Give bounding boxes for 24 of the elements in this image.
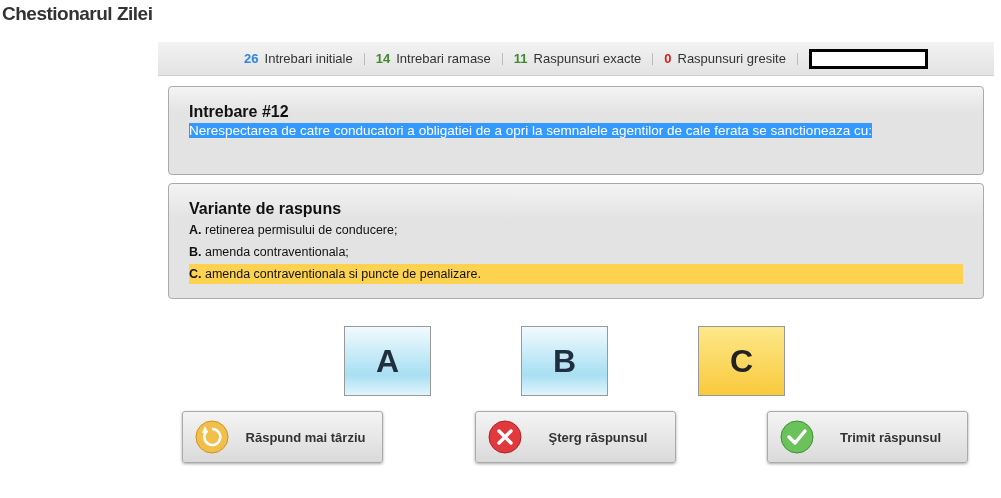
question-text: Nerespectarea de catre conducatori a obligatiei de a opri la semnalele agentilor de cale ferata se sanctioneaza cu: bbox=[189, 123, 872, 138]
answer-letter-button[interactable]: A bbox=[344, 326, 431, 396]
answer-option[interactable]: A. retinerea permisului de conducere; bbox=[189, 220, 963, 240]
action-button[interactable]: Răspund mai târziu bbox=[182, 411, 383, 463]
answer-option[interactable]: C. amenda contraventionala si puncte de penalizare. bbox=[189, 264, 963, 284]
stat-count: 14 bbox=[375, 51, 391, 66]
stat-label: Intrebari ramase bbox=[396, 51, 491, 66]
answer-letter-button[interactable]: C bbox=[698, 326, 785, 396]
close-icon bbox=[487, 420, 522, 454]
answer-option[interactable]: B. amenda contraventionala; bbox=[189, 242, 963, 262]
question-title: Intrebare #12 bbox=[189, 103, 290, 121]
action-button[interactable]: Trimit răspunsul bbox=[767, 411, 968, 463]
stat-count: 0 bbox=[664, 51, 672, 66]
stat-label: Raspunsuri gresite bbox=[677, 51, 786, 66]
stat-label: Intrebari initiale bbox=[264, 51, 353, 66]
answer-letter-button[interactable]: B bbox=[521, 326, 608, 396]
stat-label: Raspunsuri exacte bbox=[533, 51, 642, 66]
answers-title: Variante de raspuns bbox=[189, 200, 343, 218]
stat-count: 11 bbox=[513, 51, 528, 66]
checkmark-icon bbox=[780, 420, 814, 454]
page-title: Chestionarul Zilei bbox=[2, 3, 153, 25]
action-button[interactable]: Şterg răspunsul bbox=[474, 411, 676, 463]
refresh-icon bbox=[195, 420, 229, 454]
stat-count: 26 bbox=[244, 51, 259, 66]
